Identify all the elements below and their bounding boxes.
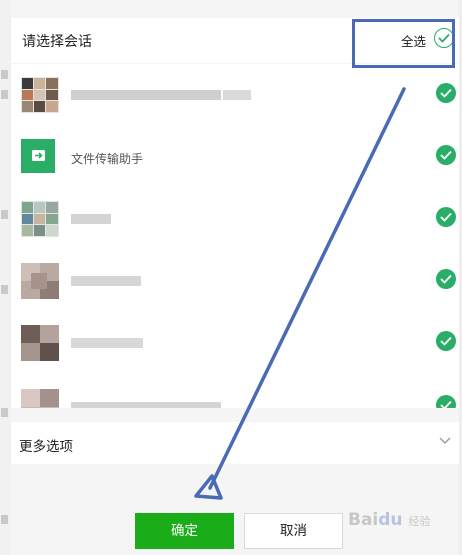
annotation-arrow [194,87,406,500]
watermark-logo: Baidu 经验 [348,510,431,530]
